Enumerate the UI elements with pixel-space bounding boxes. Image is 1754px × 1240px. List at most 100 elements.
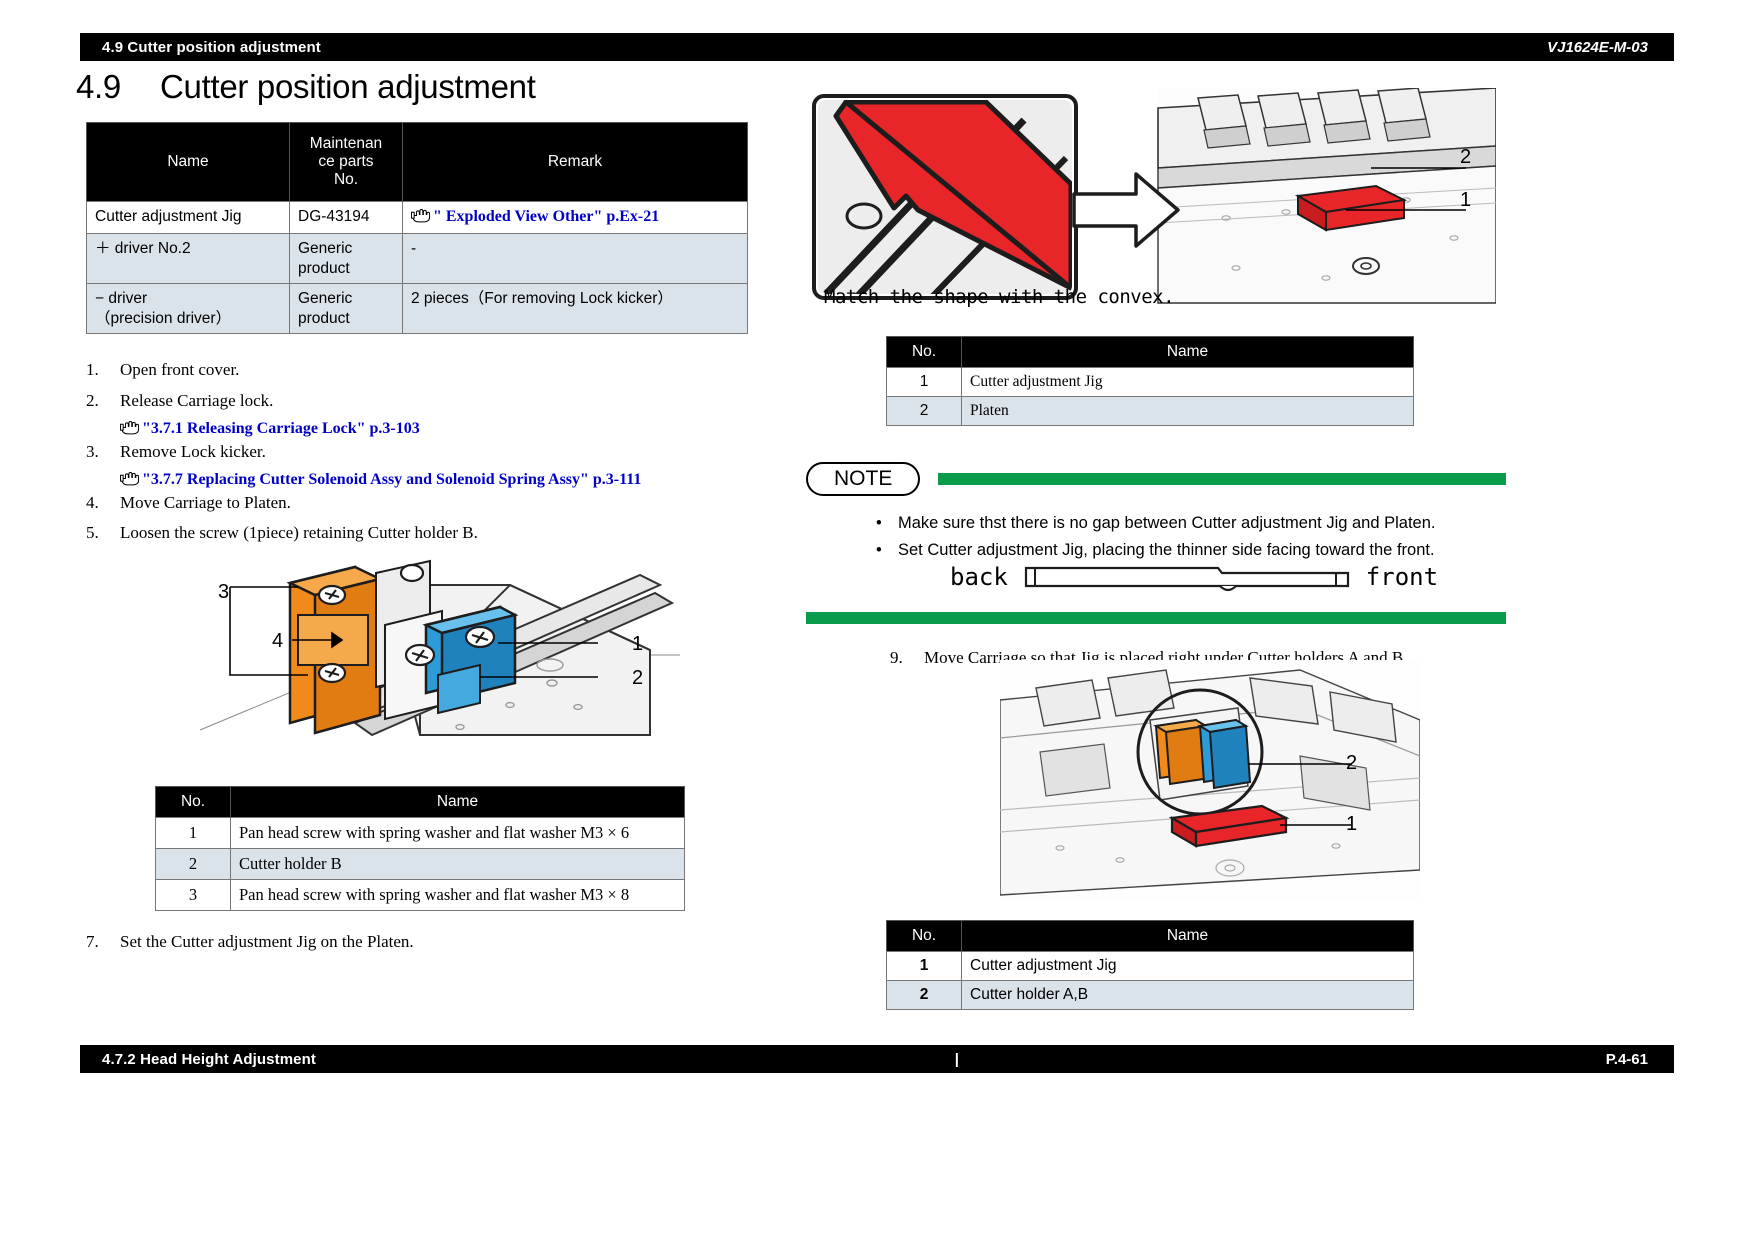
step-4-text: Move Carriage to Platen.	[120, 493, 291, 512]
parts-row-1-name: ＋ driver No.2	[86, 233, 290, 285]
step-5: 5. Loosen the screw (1piece) retaining C…	[86, 521, 746, 546]
pointing-hand-icon	[119, 469, 140, 494]
note-top-rule	[938, 473, 1506, 485]
fig1-row-0-no: 1	[155, 817, 231, 849]
fig1-row-0-name: Pan head screw with spring washer and fl…	[230, 817, 685, 849]
parts-row-0-name: Cutter adjustment Jig	[86, 200, 290, 235]
step-1-number: 1.	[86, 360, 99, 379]
parts-row-2-remark: 2 pieces（For removing Lock kicker）	[402, 283, 748, 334]
step-7-text: Set the Cutter adjustment Jig on the Pla…	[120, 932, 414, 951]
step-3: 3. Remove Lock kicker. "3.7.7 Replacing …	[86, 440, 766, 493]
fig2-table-header-name: Name	[961, 336, 1414, 368]
table-row: 2 Platen	[886, 396, 1414, 426]
fig1-table-header-no: No.	[155, 786, 231, 818]
table-row: 3 Pan head screw with spring washer and …	[155, 879, 685, 911]
fig2-row-1-no: 2	[886, 396, 962, 426]
parts-row-1-remark: -	[402, 233, 748, 285]
jig-back-label: back	[950, 563, 1008, 591]
jig-orientation-diagram: back front	[950, 560, 1510, 594]
step-2-body: Release Carriage lock. "3.7.1 Releasing …	[119, 389, 746, 443]
carriage-jig-parts-table: No. Name 1 Cutter adjustment Jig 2 Cutte…	[886, 920, 1414, 1010]
fig3-row-0-name: Cutter adjustment Jig	[961, 951, 1414, 981]
parts-table-header-name: Name	[86, 122, 290, 202]
step-3-reference[interactable]: "3.7.7 Replacing Cutter Solenoid Assy an…	[119, 467, 766, 494]
fig2-row-0-name: Cutter adjustment Jig	[961, 367, 1414, 397]
parts-row-0-remark: " Exploded View Other" p.Ex-21	[402, 200, 748, 235]
note-item-list: Make sure thst there is no gap between C…	[858, 510, 1506, 565]
page-title-text: Cutter position adjustment	[160, 68, 536, 105]
step-1: 1. Open front cover.	[86, 358, 746, 383]
fig1-row-1-no: 2	[155, 848, 231, 880]
table-row: ＋ driver No.2 Generic product -	[86, 233, 748, 285]
step-2-reference[interactable]: "3.7.1 Releasing Carriage Lock" p.3-103	[119, 416, 746, 443]
figure-callout-1: 1	[632, 633, 644, 655]
page-title: 4.9 Cutter position adjustment	[76, 68, 536, 106]
figure-callout-2: 2	[632, 667, 644, 689]
parts-row-2-parts-no: Generic product	[289, 283, 403, 334]
table-row: 1 Cutter adjustment Jig	[886, 951, 1414, 981]
footer-separator: |	[954, 1050, 959, 1068]
fig3-row-1-name: Cutter holder A,B	[961, 980, 1414, 1010]
figure-callout-3: 3	[218, 581, 230, 603]
step-2: 2. Release Carriage lock. "3.7.1 Releasi…	[86, 389, 746, 442]
note-badge: NOTE	[806, 462, 921, 496]
figure-jig-callout-2: 2	[1460, 146, 1472, 168]
figure-jig-on-platen: 2 1 Match the shape with the convex.	[806, 87, 1497, 333]
fig2-table-header-no: No.	[886, 336, 962, 368]
step-7: 7. Set the Cutter adjustment Jig on the …	[86, 930, 746, 955]
step-3-text: Remove Lock kicker.	[120, 442, 266, 461]
step-7-number: 7.	[86, 932, 99, 951]
figure-callout-4: 4	[272, 630, 284, 652]
step-1-text: Open front cover.	[120, 360, 240, 379]
parts-row-0-remark-link[interactable]: " Exploded View Other" p.Ex-21	[433, 208, 659, 225]
jig-profile-shape	[1024, 566, 1349, 592]
figure-carriage-over-jig: 2 1	[999, 660, 1421, 905]
figure-cutter-holder-assembly: 3 4 1 2	[180, 555, 680, 775]
step-2-number: 2.	[86, 391, 99, 410]
parts-row-0-parts-no: DG-43194	[289, 200, 403, 235]
figure-jig-caption: Match the shape with the convex.	[824, 286, 1175, 308]
jig-platen-parts-table: No. Name 1 Cutter adjustment Jig 2 Plate…	[886, 336, 1414, 426]
page-header-bar: 4.9 Cutter position adjustment VJ1624E-M…	[80, 33, 1674, 61]
footer-section-title: 4.7.2 Head Height Adjustment	[102, 1050, 316, 1068]
header-section-title: 4.9 Cutter position adjustment	[102, 38, 321, 56]
parts-table-header-parts-no: Maintenan ce parts No.	[289, 122, 403, 202]
parts-row-1-parts-no: Generic product	[289, 233, 403, 285]
table-row: 1 Pan head screw with spring washer and …	[155, 817, 685, 849]
note-item-0: Make sure thst there is no gap between C…	[876, 510, 1506, 537]
step-5-number: 5.	[86, 523, 99, 542]
parts-row-2-name: − driver （precision driver）	[86, 283, 290, 334]
fig1-table-header-name: Name	[230, 786, 685, 818]
step-3-number: 3.	[86, 442, 99, 461]
fig3-row-1-no: 2	[886, 980, 962, 1010]
pointing-hand-icon	[119, 418, 140, 443]
fig3-table-header-no: No.	[886, 920, 962, 952]
fig1-row-2-name: Pan head screw with spring washer and fl…	[230, 879, 685, 911]
pointing-hand-icon	[410, 207, 431, 228]
header-model-number: VJ1624E-M-03	[1547, 38, 1648, 56]
table-row: 1 Cutter adjustment Jig	[886, 367, 1414, 397]
step-4: 4. Move Carriage to Platen.	[86, 491, 746, 516]
figure-carriage-callout-1: 1	[1346, 813, 1358, 835]
figure-carriage-callout-2: 2	[1346, 752, 1358, 774]
table-row: Cutter adjustment Jig DG-43194 " Explode…	[86, 200, 748, 235]
step-5-text: Loosen the screw (1piece) retaining Cutt…	[120, 523, 478, 542]
table-row: 2 Cutter holder B	[155, 848, 685, 880]
note-bottom-rule	[806, 612, 1506, 624]
page-footer-bar: 4.7.2 Head Height Adjustment | P.4-61	[80, 1045, 1674, 1073]
fig3-row-0-no: 1	[886, 951, 962, 981]
step-3-body: Remove Lock kicker. "3.7.7 Replacing Cut…	[119, 440, 766, 494]
parts-table-header-remark: Remark	[402, 122, 748, 202]
fig1-row-1-name: Cutter holder B	[230, 848, 685, 880]
step-2-reference-link[interactable]: "3.7.1 Releasing Carriage Lock" p.3-103	[142, 420, 420, 437]
step-2-text: Release Carriage lock.	[120, 391, 274, 410]
step-9-number: 9.	[890, 648, 903, 667]
fig2-row-1-name: Platen	[961, 396, 1414, 426]
note-block: NOTE Make sure thst there is no gap betw…	[806, 462, 1506, 565]
required-parts-table: Name Maintenan ce parts No. Remark Cutte…	[86, 122, 748, 334]
page-title-number: 4.9	[76, 68, 121, 105]
step-4-number: 4.	[86, 493, 99, 512]
step-3-reference-link[interactable]: "3.7.7 Replacing Cutter Solenoid Assy an…	[142, 471, 641, 488]
table-row: 2 Cutter holder A,B	[886, 980, 1414, 1010]
cutter-holder-parts-table: No. Name 1 Pan head screw with spring wa…	[155, 786, 685, 911]
